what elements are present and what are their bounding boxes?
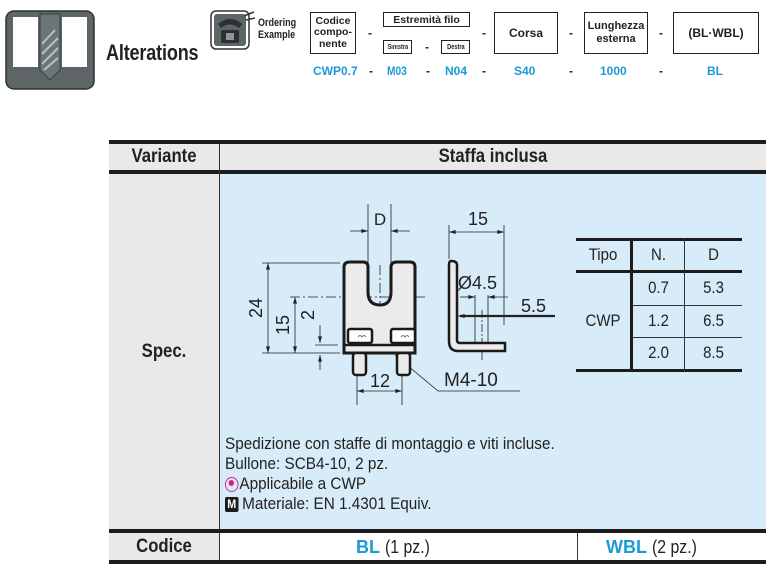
code-wbl: WBL (2 pz.) bbox=[606, 537, 697, 557]
separator: - bbox=[569, 64, 573, 78]
dim-12-label: 12 bbox=[370, 371, 390, 391]
separator: - bbox=[569, 26, 573, 40]
note-line: Spedizione con staffe di montaggio e vit… bbox=[225, 434, 555, 453]
column-divider bbox=[219, 144, 220, 560]
spec-table-cell: 6.5 bbox=[703, 311, 724, 330]
note-line: M Materiale: EN 1.4301 Equiv. bbox=[225, 494, 555, 514]
drill-bit-icon bbox=[5, 10, 95, 90]
value-destra: N04 bbox=[445, 64, 468, 78]
spec-table-hrule bbox=[633, 305, 742, 306]
screw-label: M4-10 bbox=[444, 370, 498, 391]
box-sinistra: Sinistra bbox=[383, 40, 412, 54]
spec-table-top-rule bbox=[576, 238, 742, 241]
separator: - bbox=[482, 26, 486, 40]
codice-divider bbox=[577, 533, 578, 560]
spec-table-cell: 2.0 bbox=[648, 343, 669, 362]
spec-table-head-rule bbox=[576, 270, 742, 273]
value-lunghezza: 1000 bbox=[600, 64, 627, 78]
separator: - bbox=[369, 64, 373, 78]
spec-label: Spec. bbox=[141, 341, 187, 362]
code-bl: BL (1 pz.) bbox=[356, 537, 430, 557]
material-icon: M bbox=[225, 496, 239, 512]
telephone-icon bbox=[210, 10, 256, 50]
dim-2-label: 2 bbox=[298, 310, 318, 320]
dim-hole-label: Ø4.5 bbox=[458, 273, 497, 293]
dim-24-label: 24 bbox=[246, 298, 266, 318]
spec-table-header-n: N. bbox=[651, 245, 666, 264]
separator: - bbox=[368, 26, 372, 40]
separator: - bbox=[659, 64, 663, 78]
note-line: Bullone: SCB4-10, 2 pz. bbox=[225, 454, 389, 473]
ordering-example-label: Ordering Example bbox=[258, 17, 297, 41]
dim-15-top-label: 15 bbox=[468, 209, 488, 229]
spec-table-header-d: D bbox=[708, 245, 719, 264]
separator: - bbox=[425, 40, 429, 54]
box-lunghezza-esterna: Lunghezza esterna bbox=[584, 12, 648, 54]
table-bottom-rule bbox=[109, 560, 766, 564]
spec-table-cell: 8.5 bbox=[703, 343, 724, 362]
spec-table-bottom-rule bbox=[576, 369, 742, 372]
spec-notes: Spedizione con staffe di montaggio e vit… bbox=[225, 434, 591, 514]
applicable-pin-icon bbox=[225, 476, 239, 492]
note-line: Applicabile a CWP bbox=[225, 474, 555, 494]
dim-d-label: D bbox=[374, 210, 386, 229]
box-destra: Destra bbox=[441, 40, 470, 54]
dim-5-5-label: 5.5 bbox=[521, 296, 546, 316]
spec-table-cell: 0.7 bbox=[648, 278, 669, 297]
spec-table-header-tipo: Tipo bbox=[588, 245, 618, 264]
spec-table-cell: 1.2 bbox=[648, 311, 669, 330]
box-bl-wbl: (BL·WBL) bbox=[673, 12, 759, 54]
bracket-technical-drawing: D 15 24 15 2 12 Ø4.5 5.5 M4-10 bbox=[246, 204, 555, 405]
separator: - bbox=[482, 64, 486, 78]
spec-table-hrule bbox=[633, 337, 742, 338]
separator: - bbox=[659, 26, 663, 40]
codice-label: Codice bbox=[136, 536, 192, 557]
box-estremita-filo: Estremità filo bbox=[383, 12, 470, 27]
spec-table-tipo-cwp: CWP bbox=[585, 311, 621, 330]
dim-15-side-label: 15 bbox=[273, 315, 293, 335]
value-sinistra: M03 bbox=[387, 64, 407, 78]
spec-table-cell: 5.3 bbox=[703, 278, 724, 297]
box-codice-componente: Codice compo- nente bbox=[310, 12, 356, 54]
box-corsa: Corsa bbox=[494, 12, 558, 54]
value-bl-wbl: BL bbox=[707, 64, 723, 78]
section-title: Alterations bbox=[106, 40, 199, 65]
separator: - bbox=[426, 64, 430, 78]
variante-value: Staffa inclusa bbox=[438, 146, 548, 167]
variante-label: Variante bbox=[131, 146, 197, 167]
value-codice: CWP0.7 bbox=[313, 64, 358, 78]
value-corsa: S40 bbox=[514, 64, 536, 78]
